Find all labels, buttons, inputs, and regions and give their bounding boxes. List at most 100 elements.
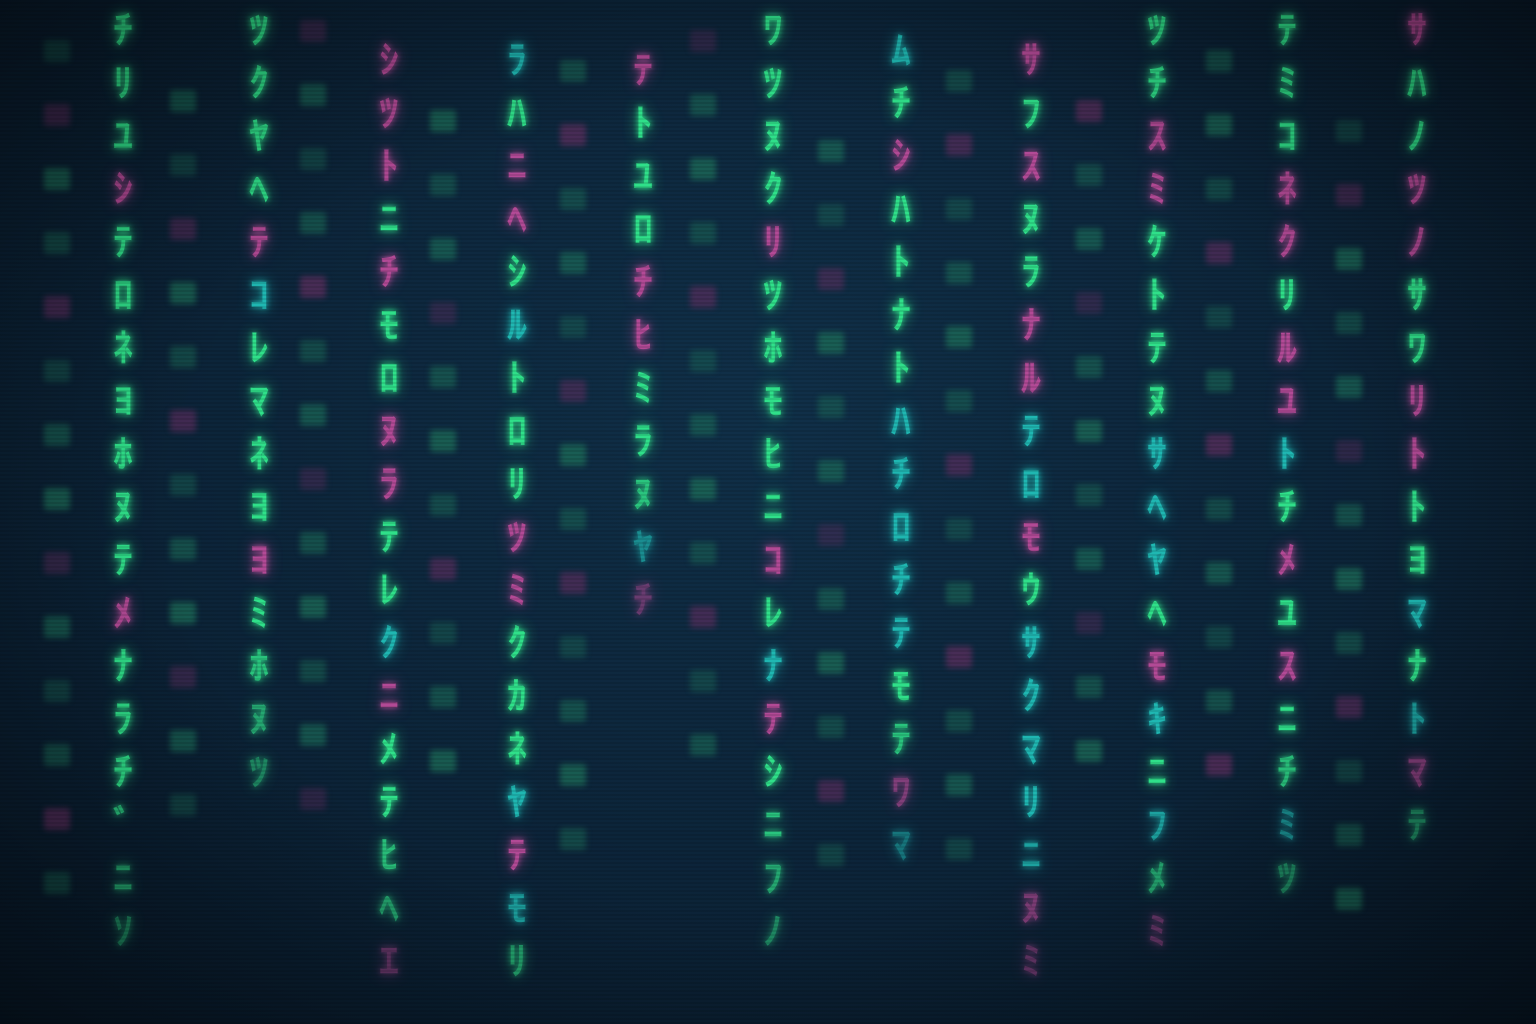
stream-glyph: ﾅ [1021,303,1041,347]
stream-glyph: ﾜ [891,770,911,814]
stream-glyph: ｸ [249,61,269,105]
stream-glyph: ｼ [379,38,399,82]
stream-glyph: ﾄ [1407,697,1427,741]
ghost-stream [946,0,972,1024]
ghost-glyph [44,872,70,894]
ghost-glyph [946,262,972,284]
stream-glyph: ﾛ [379,356,399,400]
stream-glyph: ﾄ [891,240,911,284]
ghost-glyph [44,424,70,446]
ghost-glyph [560,700,586,722]
ghost-glyph [300,20,326,42]
stream-glyph: ﾕ [113,114,133,158]
glyph-stream: ｼﾂﾄﾆﾁﾓﾛﾇﾗﾃﾚｸﾆﾒﾃﾋﾍｴ [366,0,412,1024]
glyph-stream: ﾃﾐｺﾈｸﾘﾙﾕﾄﾁﾒﾕｽﾆﾁﾐﾂ [1264,0,1310,1024]
stream-glyph: ｳ [1021,568,1041,612]
ghost-glyph [690,414,716,436]
stream-glyph: ﾃ [507,833,527,877]
stream-glyph: ﾎ [113,432,133,476]
stream-glyph: ﾇ [1021,886,1041,930]
ghost-glyph [946,774,972,796]
ghost-glyph [300,148,326,170]
stream-glyph: ﾄ [507,356,527,400]
stream-glyph: ﾄ [891,346,911,390]
ghost-glyph [430,494,456,516]
stream-glyph: ﾋ [633,313,653,357]
ghost-glyph [690,606,716,628]
ghost-glyph [170,538,196,560]
ghost-glyph [560,252,586,274]
glyph-stream: ｻﾊﾉﾂﾉｻﾜﾘﾄﾄﾖﾏﾅﾄﾏﾃ [1394,0,1440,1024]
glyph-stream: ﾂﾁｽﾐｹﾄﾃﾇｻﾍﾔﾍﾓｷﾆﾌﾒﾐ [1134,0,1180,1024]
stream-glyph: ﾒ [1277,538,1297,582]
stream-glyph: ﾃ [763,697,783,741]
stream-glyph: ﾇ [249,697,269,741]
ghost-glyph [1336,312,1362,334]
ghost-glyph [1206,306,1232,328]
stream-glyph: ﾖ [1407,538,1427,582]
ghost-glyph [560,572,586,594]
stream-glyph: ﾐ [1277,803,1297,847]
ghost-glyph [300,404,326,426]
ghost-glyph [818,844,844,866]
stream-glyph: ﾄ [1147,273,1167,317]
stream-glyph: ﾇ [379,409,399,453]
ghost-glyph [818,460,844,482]
ghost-glyph [1206,690,1232,712]
ghost-glyph [946,326,972,348]
stream-glyph: ﾌ [1021,91,1041,135]
ghost-glyph [560,636,586,658]
stream-glyph: ｸ [1277,220,1297,264]
stream-glyph: ｻ [1147,432,1167,476]
stream-glyph: ﾃ [1021,409,1041,453]
ghost-glyph [946,838,972,860]
stream-glyph: ﾅ [891,293,911,337]
stream-glyph: ﾓ [379,303,399,347]
stream-glyph: ｽ [1277,644,1297,688]
stream-glyph: ﾆ [379,197,399,241]
stream-glyph: ﾘ [507,462,527,506]
stream-glyph: ﾄ [1407,432,1427,476]
stream-glyph: ﾊ [891,399,911,443]
stream-glyph: ﾁ [891,558,911,602]
ghost-stream [560,0,586,1024]
stream-glyph: ﾉ [1407,220,1427,264]
stream-glyph: ﾐ [1147,167,1167,211]
stream-glyph: ﾕ [1277,591,1297,635]
stream-glyph: ﾐ [1277,61,1297,105]
stream-glyph: ﾑ [891,28,911,72]
stream-glyph: ｸ [507,621,527,665]
ghost-glyph [170,218,196,240]
stream-glyph: ﾚ [379,568,399,612]
ghost-stream [690,0,716,1024]
ghost-stream [430,0,456,1024]
ghost-glyph [170,666,196,688]
ghost-glyph [818,716,844,738]
stream-glyph: ﾇ [763,114,783,158]
stream-glyph: ﾘ [763,220,783,264]
ghost-glyph [1206,50,1232,72]
stream-glyph: ﾁ [633,578,653,622]
stream-glyph: ﾃ [633,48,653,92]
ghost-glyph [1336,888,1362,910]
stream-glyph: ﾅ [763,644,783,688]
ghost-glyph [300,340,326,362]
ghost-glyph [690,478,716,500]
stream-glyph: ｻ [1021,38,1041,82]
stream-glyph: ﾇ [113,485,133,529]
stream-glyph: ｴ [379,939,399,983]
ghost-glyph [1336,632,1362,654]
ghost-glyph [44,296,70,318]
stream-glyph: ﾘ [1021,780,1041,824]
stream-glyph: ﾓ [763,379,783,423]
stream-glyph: ﾏ [1407,750,1427,794]
ghost-glyph [818,396,844,418]
ghost-glyph [946,582,972,604]
ghost-glyph [818,524,844,546]
stream-glyph: ﾓ [891,664,911,708]
stream-glyph: ﾇ [1147,379,1167,423]
stream-glyph: ﾂ [763,273,783,317]
ghost-glyph [1076,292,1102,314]
stream-glyph: ﾌ [763,856,783,900]
stream-glyph: ｺ [249,273,269,317]
